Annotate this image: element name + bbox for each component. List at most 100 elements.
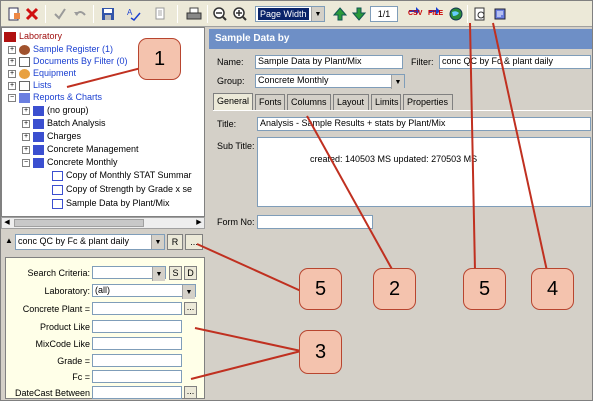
name-label: Name:: [217, 57, 244, 67]
chevron-down-icon[interactable]: ▼: [151, 235, 164, 249]
copy-page-icon[interactable]: [151, 5, 169, 23]
title-field[interactable]: Analysis - Sample Results + stats by Pla…: [257, 117, 591, 131]
scroll-thumb[interactable]: [14, 219, 144, 227]
tree-scrollbar[interactable]: ◀ ▶: [1, 217, 205, 229]
name-field[interactable]: Sample Data by Plant/Mix: [255, 55, 403, 69]
chevron-down-icon[interactable]: ▼: [311, 7, 324, 21]
delete-icon[interactable]: [23, 5, 41, 23]
tree-item[interactable]: + Concrete Management: [22, 143, 139, 155]
tab-layout[interactable]: Layout: [333, 94, 369, 110]
run-filter-button[interactable]: R: [167, 234, 183, 250]
subtitle-field[interactable]: created: 140503 MS updated: 270503 MS: [257, 137, 591, 207]
page-indicator: 1/1: [370, 6, 398, 22]
mixcode-label: MixCode Like: [35, 339, 90, 349]
callout-4: 4: [531, 268, 574, 310]
expand-icon[interactable]: +: [22, 106, 30, 115]
save-criteria-button[interactable]: S: [169, 266, 182, 280]
tab-columns[interactable]: Columns: [287, 94, 331, 110]
subtitle-label: Sub Title:: [217, 141, 255, 151]
print-icon[interactable]: [185, 5, 203, 23]
globe-icon[interactable]: [447, 5, 465, 23]
expand-icon[interactable]: +: [22, 119, 30, 128]
tree-item[interactable]: + Equipment: [8, 67, 76, 79]
expand-icon[interactable]: +: [8, 57, 16, 66]
new-report-icon[interactable]: [5, 5, 23, 23]
callout-1: 1: [138, 38, 181, 80]
chevron-down-icon[interactable]: ▼: [391, 75, 404, 89]
tab-general[interactable]: General: [213, 93, 253, 111]
filter-bar: ▲ conc QC by Fc & plant daily ▼ R ...: [1, 231, 205, 255]
svg-text:A: A: [127, 8, 133, 17]
expand-icon[interactable]: +: [8, 69, 16, 78]
concrete-plant-lookup-button[interactable]: ...: [184, 302, 197, 315]
toolbar: A Page Width ▼ 1/1 CSV FILE: [1, 1, 592, 27]
tree-item[interactable]: + Charges: [22, 130, 81, 142]
filter-field[interactable]: conc QC by Fc & plant daily: [439, 55, 591, 69]
tab-properties[interactable]: Properties: [403, 94, 453, 110]
group-label: Group:: [217, 76, 245, 86]
tree-root[interactable]: Laboratory: [4, 30, 62, 42]
zoom-value: Page Width: [258, 8, 309, 20]
filter-label: Filter:: [411, 57, 434, 67]
preview-icon[interactable]: [471, 5, 489, 23]
tab-limits[interactable]: Limits: [371, 94, 401, 110]
datecast-field[interactable]: [92, 386, 182, 399]
grade-label: Grade =: [57, 356, 90, 366]
tree-item[interactable]: + (no group): [22, 104, 89, 116]
check-icon[interactable]: [51, 5, 69, 23]
scroll-left-icon[interactable]: ◀: [2, 218, 12, 228]
datecast-lookup-button[interactable]: ...: [184, 386, 197, 399]
expand-icon[interactable]: +: [8, 45, 16, 54]
tree-item-selected[interactable]: Sample Data by Plant/Mix: [52, 197, 170, 209]
filter-options-button[interactable]: ...: [185, 234, 203, 250]
chevron-down-icon[interactable]: ▼: [182, 285, 195, 299]
product-field[interactable]: [92, 320, 182, 333]
expand-icon[interactable]: +: [22, 145, 30, 154]
tree-item[interactable]: + Lists: [8, 79, 52, 91]
page-up-icon[interactable]: [331, 5, 349, 23]
tree-item[interactable]: − Reports & Charts: [8, 91, 102, 103]
tree-item[interactable]: + Documents By Filter (0): [8, 55, 128, 67]
delete-criteria-button[interactable]: D: [184, 266, 197, 280]
group-select[interactable]: Concrete Monthly ▼: [255, 74, 405, 89]
tree-item[interactable]: Copy of Strength by Grade x se: [52, 183, 192, 195]
mixcode-field[interactable]: [92, 337, 182, 350]
zoom-out-icon[interactable]: [211, 5, 229, 23]
formno-label: Form No:: [217, 217, 255, 227]
tree-item[interactable]: + Batch Analysis: [22, 117, 106, 129]
concrete-plant-label: Concrete Plant =: [22, 304, 90, 314]
callout-2: 2: [373, 268, 416, 310]
search-criteria-select[interactable]: ▼: [92, 266, 166, 281]
folder-icon: [33, 144, 44, 155]
zoom-select[interactable]: Page Width ▼: [255, 6, 325, 22]
tree-item[interactable]: + Sample Register (1): [8, 43, 113, 55]
concrete-plant-field[interactable]: [92, 302, 182, 315]
chart-icon: [52, 184, 63, 195]
page-down-icon[interactable]: [350, 5, 368, 23]
expand-icon[interactable]: +: [8, 81, 16, 90]
lab-icon: [4, 31, 16, 42]
edit-report-icon[interactable]: [491, 5, 509, 23]
reports-icon: [19, 92, 30, 103]
folder-icon: [33, 131, 44, 142]
zoom-in-icon[interactable]: [231, 5, 249, 23]
expand-icon[interactable]: +: [22, 132, 30, 141]
fc-field[interactable]: [92, 370, 182, 383]
callout-5-left: 5: [299, 268, 342, 310]
undo-icon[interactable]: [71, 5, 89, 23]
csv-label: CSV: [408, 10, 423, 17]
grade-field[interactable]: [92, 354, 182, 367]
formno-field[interactable]: [257, 215, 373, 229]
tree-item[interactable]: Copy of Monthly STAT Summar: [52, 169, 192, 181]
laboratory-select[interactable]: (all) ▼: [92, 284, 196, 299]
spelling-icon[interactable]: A: [125, 5, 143, 23]
collapse-icon[interactable]: −: [8, 93, 16, 102]
save-icon[interactable]: [99, 5, 117, 23]
chevron-down-icon[interactable]: ▼: [152, 267, 165, 281]
tab-fonts[interactable]: Fonts: [255, 94, 285, 110]
scroll-right-icon[interactable]: ▶: [194, 218, 204, 228]
tree-item[interactable]: − Concrete Monthly: [22, 156, 118, 168]
title-label: Title:: [217, 119, 237, 129]
filter-select[interactable]: conc QC by Fc & plant daily ▼: [15, 234, 165, 250]
collapse-icon[interactable]: −: [22, 158, 30, 167]
